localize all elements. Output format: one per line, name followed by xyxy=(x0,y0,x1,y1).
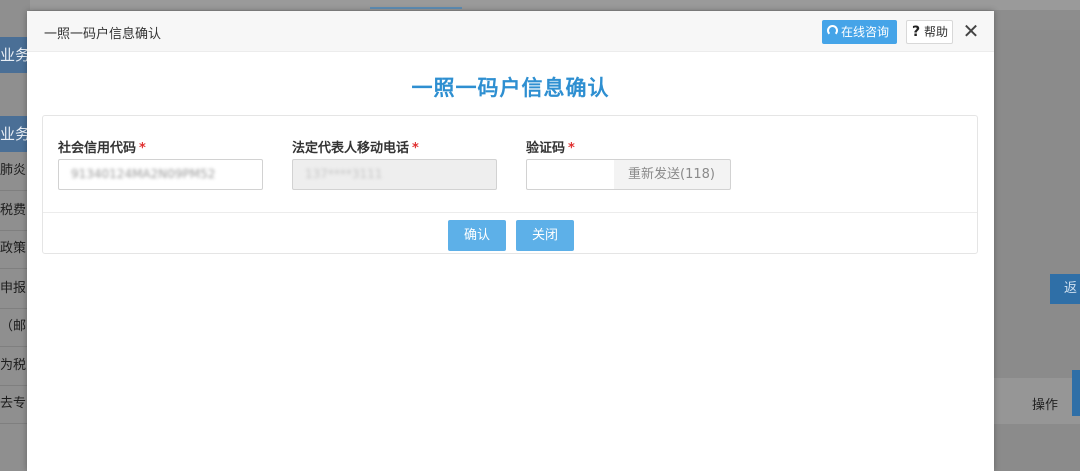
background-sidebar-item: 政策 xyxy=(0,230,30,269)
required-asterisk: * xyxy=(139,141,146,156)
credit-code-label: 社会信用代码 * xyxy=(58,137,146,156)
page-title: 一照一码户信息确认 xyxy=(411,76,610,100)
form-divider xyxy=(43,212,977,213)
help-label: 帮助 xyxy=(924,25,949,39)
online-consult-label: 在线咨询 xyxy=(841,25,890,39)
background-sidebar-item: 申报 xyxy=(0,270,30,309)
dialog-header: 一照一码户信息确认 在线咨询 ? 帮助 ✕ xyxy=(27,11,994,52)
background-return-button: 返 xyxy=(1050,274,1080,304)
background-sidebar-header: 业务 xyxy=(0,116,30,152)
captcha-label: 验证码 * xyxy=(526,137,575,156)
headset-icon xyxy=(827,25,838,36)
background-side-tab xyxy=(1072,370,1080,416)
required-asterisk: * xyxy=(412,141,419,156)
phone-value: 137****3111 xyxy=(305,167,383,181)
confirm-button[interactable]: 确认 xyxy=(448,220,506,251)
question-mark-icon: ? xyxy=(912,24,921,40)
background-operation-column-label: 操作 xyxy=(1032,398,1059,413)
help-button[interactable]: ? 帮助 xyxy=(906,20,953,44)
dialog-header-title: 一照一码户信息确认 xyxy=(44,27,162,42)
background-sidebar-header: 业务 xyxy=(0,37,30,73)
background-sidebar-item: 去专 xyxy=(0,385,30,424)
online-consult-button[interactable]: 在线咨询 xyxy=(822,20,897,44)
credit-code-field[interactable]: 91340124MA2N09PM52 xyxy=(58,159,263,190)
background-sidebar: 业务 业务 肺炎 税费 政策 申报 （邮 为税 去专 xyxy=(0,0,30,471)
captcha-label-text: 验证码 xyxy=(526,141,566,156)
background-sidebar-item: （邮 xyxy=(0,308,30,347)
credit-code-label-text: 社会信用代码 xyxy=(58,141,137,156)
background-sidebar-item: 肺炎 xyxy=(0,152,30,191)
background-top-bar xyxy=(0,0,1080,10)
phone-label-text: 法定代表人移动电话 xyxy=(292,141,410,156)
captcha-field[interactable] xyxy=(526,159,615,190)
close-button[interactable]: 关闭 xyxy=(516,220,574,251)
close-icon[interactable]: ✕ xyxy=(962,20,980,42)
background-active-tab-indicator xyxy=(370,7,462,9)
background-sidebar-item: 税费 xyxy=(0,192,30,231)
credit-code-value: 91340124MA2N09PM52 xyxy=(71,167,216,181)
confirm-form: 社会信用代码 * 91340124MA2N09PM52 法定代表人移动电话 * 13… xyxy=(42,115,978,254)
required-asterisk: * xyxy=(568,141,575,156)
phone-field: 137****3111 xyxy=(292,159,497,190)
resend-code-button[interactable]: 重新发送(118) xyxy=(614,159,731,190)
info-confirm-dialog: 一照一码户信息确认 在线咨询 ? 帮助 ✕ 一照一码户信息确认 社会信用代码 * … xyxy=(27,11,994,471)
phone-label: 法定代表人移动电话 * xyxy=(292,137,419,156)
background-sidebar-item: 为税 xyxy=(0,347,30,386)
